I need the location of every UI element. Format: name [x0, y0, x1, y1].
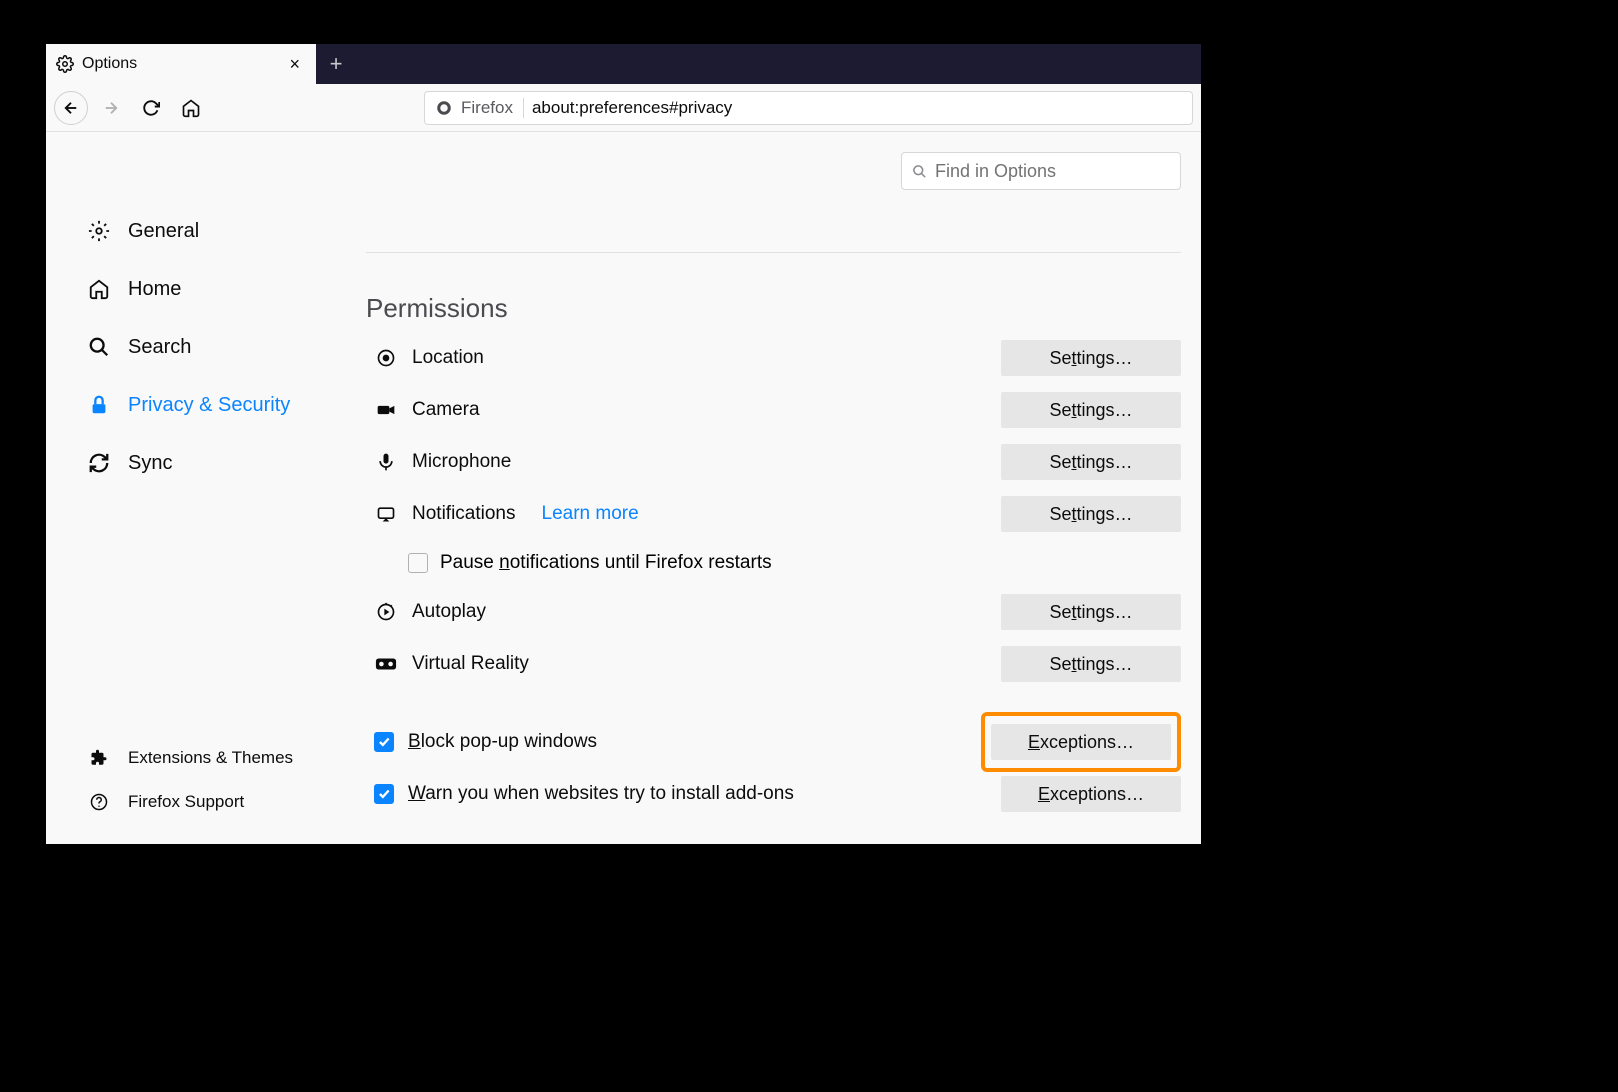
- section-title-permissions: Permissions: [366, 252, 1181, 324]
- settings-button-location[interactable]: Settings…: [1001, 340, 1181, 376]
- pause-notifications-label: Pause notifications until Firefox restar…: [440, 552, 772, 574]
- tab-strip: Options × +: [46, 44, 1201, 84]
- warn-addons-checkbox[interactable]: [374, 784, 394, 804]
- sidebar-item-home[interactable]: Home: [86, 260, 366, 318]
- permission-label: Autoplay: [412, 601, 486, 623]
- nav-toolbar: Firefox about:preferences#privacy: [46, 84, 1201, 132]
- sidebar-item-extensions[interactable]: Extensions & Themes: [86, 736, 366, 780]
- tab-options[interactable]: Options ×: [46, 44, 316, 84]
- tab-title: Options: [82, 55, 137, 73]
- puzzle-icon: [86, 749, 112, 767]
- location-icon: [374, 348, 398, 368]
- permission-row-microphone: Microphone Settings…: [366, 436, 1181, 488]
- exceptions-highlight: Exceptions…: [981, 712, 1181, 772]
- block-popups-row: Block pop-up windows Exceptions…: [366, 716, 1181, 768]
- firefox-icon: [435, 99, 453, 117]
- forward-button[interactable]: [94, 91, 128, 125]
- home-button[interactable]: [174, 91, 208, 125]
- vr-icon: [374, 656, 398, 672]
- sidebar-item-search[interactable]: Search: [86, 318, 366, 376]
- find-in-options[interactable]: Find in Options: [901, 152, 1181, 190]
- sidebar-item-label: Home: [128, 278, 181, 301]
- sidebar-item-label: Search: [128, 336, 191, 359]
- preferences-sidebar: General Home Search Privacy & Security: [46, 132, 366, 844]
- identity-box[interactable]: Firefox: [435, 98, 524, 118]
- sidebar-item-label: Extensions & Themes: [128, 748, 293, 768]
- search-icon: [86, 336, 112, 358]
- settings-button-camera[interactable]: Settings…: [1001, 392, 1181, 428]
- permission-label: Notifications: [412, 503, 516, 525]
- browser-window: Options × + Firefox about:preferences#: [46, 44, 1201, 844]
- close-icon[interactable]: ×: [283, 54, 306, 75]
- new-tab-button[interactable]: +: [316, 44, 356, 84]
- permission-label: Camera: [412, 399, 480, 421]
- sidebar-item-support[interactable]: Firefox Support: [86, 780, 366, 824]
- block-popups-label: Block pop-up windows: [408, 731, 597, 753]
- preferences-content: General Home Search Privacy & Security: [46, 132, 1201, 844]
- warn-addons-label: Warn you when websites try to install ad…: [408, 783, 794, 805]
- permission-row-camera: Camera Settings…: [366, 384, 1181, 436]
- sidebar-item-general[interactable]: General: [86, 202, 366, 260]
- learn-more-link[interactable]: Learn more: [542, 503, 639, 525]
- sidebar-item-label: Privacy & Security: [128, 394, 290, 417]
- reload-button[interactable]: [134, 91, 168, 125]
- help-icon: [86, 793, 112, 811]
- sync-icon: [86, 452, 112, 474]
- settings-button-notifications[interactable]: Settings…: [1001, 496, 1181, 532]
- search-placeholder: Find in Options: [935, 161, 1056, 182]
- notifications-icon: [374, 504, 398, 524]
- settings-button-microphone[interactable]: Settings…: [1001, 444, 1181, 480]
- gear-icon: [56, 55, 74, 73]
- sidebar-item-label: Sync: [128, 452, 172, 475]
- permission-row-vr: Virtual Reality Settings…: [366, 638, 1181, 690]
- autoplay-icon: [374, 602, 398, 622]
- gear-icon: [86, 220, 112, 242]
- permission-label: Microphone: [412, 451, 511, 473]
- camera-icon: [374, 400, 398, 420]
- settings-button-autoplay[interactable]: Settings…: [1001, 594, 1181, 630]
- permission-label: Virtual Reality: [412, 653, 529, 675]
- settings-button-vr[interactable]: Settings…: [1001, 646, 1181, 682]
- lock-icon: [86, 394, 112, 416]
- permission-label: Location: [412, 347, 484, 369]
- sidebar-item-label: Firefox Support: [128, 792, 244, 812]
- exceptions-button-addons[interactable]: Exceptions…: [1001, 776, 1181, 812]
- exceptions-button-popups[interactable]: Exceptions…: [991, 724, 1171, 760]
- sidebar-item-label: General: [128, 220, 199, 243]
- url-text: about:preferences#privacy: [532, 98, 732, 118]
- sidebar-item-sync[interactable]: Sync: [86, 434, 366, 492]
- preferences-main: Find in Options Permissions Location Set…: [366, 132, 1201, 844]
- url-bar[interactable]: Firefox about:preferences#privacy: [424, 91, 1193, 125]
- permission-row-autoplay: Autoplay Settings…: [366, 586, 1181, 638]
- identity-label: Firefox: [461, 98, 513, 118]
- pause-notifications-checkbox[interactable]: [408, 553, 428, 573]
- back-button[interactable]: [54, 91, 88, 125]
- warn-addons-row: Warn you when websites try to install ad…: [366, 768, 1181, 820]
- microphone-icon: [374, 452, 398, 472]
- pause-notifications-row: Pause notifications until Firefox restar…: [366, 540, 1181, 586]
- permission-row-notifications: Notifications Learn more Settings…: [366, 488, 1181, 540]
- search-icon: [912, 164, 927, 179]
- permission-row-location: Location Settings…: [366, 332, 1181, 384]
- sidebar-item-privacy[interactable]: Privacy & Security: [86, 376, 366, 434]
- home-icon: [86, 278, 112, 300]
- block-popups-checkbox[interactable]: [374, 732, 394, 752]
